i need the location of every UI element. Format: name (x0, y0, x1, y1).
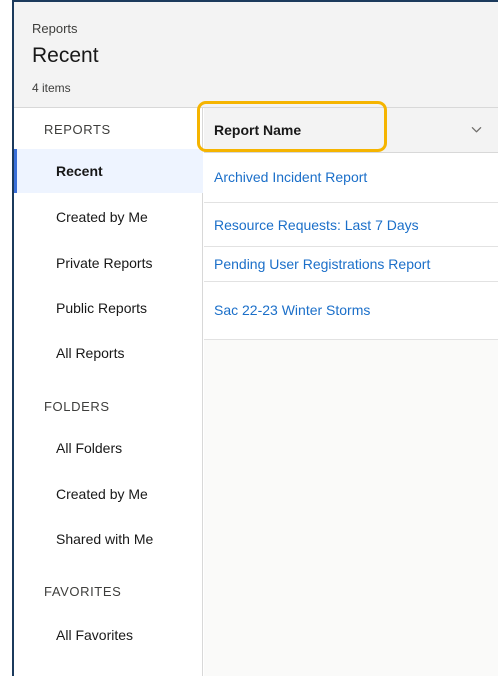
report-link[interactable]: Resource Requests: Last 7 Days (214, 217, 419, 233)
page-title: Recent (32, 44, 99, 67)
sidebar-item-shared-with-me[interactable]: Shared with Me (14, 517, 203, 561)
report-list-area: Report Name Archived Incident Report Res… (197, 101, 498, 676)
sidebar-item-recent[interactable]: Recent (14, 149, 203, 193)
sidebar-item-public-reports[interactable]: Public Reports (14, 286, 203, 330)
sidebar-item-all-reports[interactable]: All Reports (14, 331, 203, 375)
section-title-reports: REPORTS (44, 122, 111, 137)
sidebar-item-all-favorites[interactable]: All Favorites (14, 613, 203, 657)
chevron-down-icon[interactable] (471, 124, 482, 135)
breadcrumb[interactable]: Reports (32, 21, 78, 36)
sidebar-item-folders-created-by-me[interactable]: Created by Me (14, 472, 203, 516)
sidebar-item-created-by-me[interactable]: Created by Me (14, 195, 203, 239)
page-header: Reports Recent 4 items (14, 0, 498, 108)
section-title-folders: FOLDERS (44, 399, 110, 414)
section-title-favorites: FAVORITES (44, 584, 122, 599)
sidebar: REPORTS Recent Created by Me Private Rep… (14, 108, 203, 676)
table-header: Report Name (197, 101, 498, 153)
table-row: Archived Incident Report (204, 153, 498, 203)
report-link[interactable]: Archived Incident Report (214, 169, 367, 185)
table-row: Sac 22-23 Winter Storms (204, 282, 498, 340)
report-link[interactable]: Pending User Registrations Report (214, 256, 430, 272)
table-row: Pending User Registrations Report (204, 247, 498, 282)
reports-panel: Reports Recent 4 items REPORTS Recent Cr… (12, 0, 498, 676)
report-table: Report Name Archived Incident Report Res… (197, 101, 498, 340)
column-header-report-name[interactable]: Report Name (214, 122, 301, 138)
sidebar-item-all-folders[interactable]: All Folders (14, 426, 203, 470)
report-link[interactable]: Sac 22-23 Winter Storms (214, 302, 370, 318)
sidebar-item-private-reports[interactable]: Private Reports (14, 241, 203, 285)
item-count: 4 items (32, 81, 71, 95)
table-row: Resource Requests: Last 7 Days (204, 203, 498, 247)
